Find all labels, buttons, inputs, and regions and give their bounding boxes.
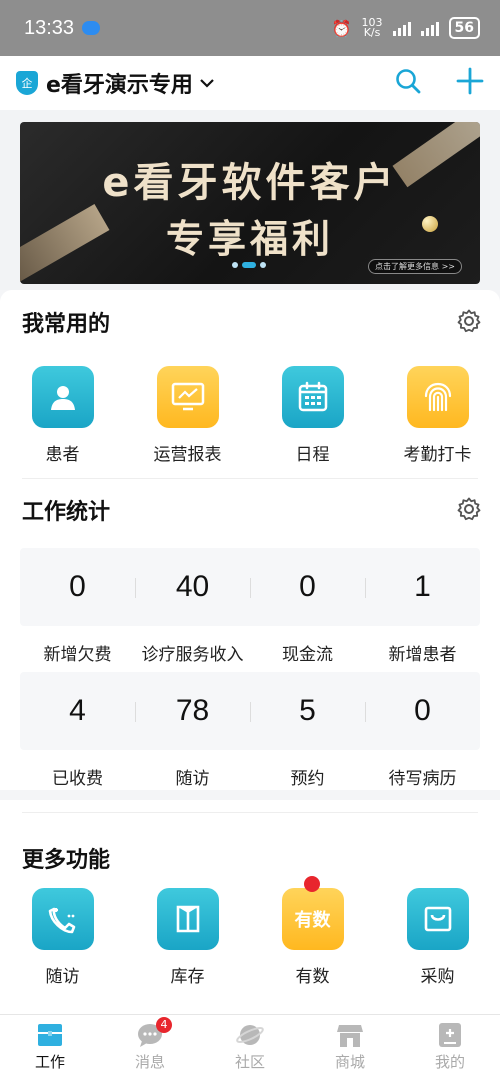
carousel-dot-active	[242, 262, 256, 268]
fingerprint-icon	[406, 366, 469, 428]
tab-work[interactable]: 工作	[0, 1015, 100, 1072]
phone-icon	[31, 888, 94, 950]
stat-value[interactable]: 0	[365, 694, 480, 728]
stat-label: 现金流	[282, 645, 333, 665]
banner-headline: e看牙软件客户	[102, 160, 398, 206]
stat-value[interactable]: 1	[365, 570, 480, 604]
stat-label: 诊疗服务收入	[141, 645, 244, 665]
net-speed-unit: K/s	[363, 26, 381, 39]
tab-label: 消息	[134, 1053, 165, 1071]
enterprise-shield-icon: 企	[16, 71, 38, 95]
more-item-followup[interactable]: 随访	[0, 888, 125, 987]
frequent-item-label: 考勤打卡	[403, 445, 472, 465]
gold-ball-decoration	[422, 216, 438, 232]
search-icon[interactable]	[394, 67, 422, 99]
more-item-label: 库存	[170, 967, 205, 987]
gear-icon[interactable]	[456, 308, 482, 338]
tab-label: 商城	[334, 1053, 365, 1071]
stat-label: 随访	[175, 769, 210, 789]
header-actions	[394, 67, 484, 99]
more-item-purchase[interactable]: 采购	[375, 888, 500, 987]
carousel-dot	[232, 262, 238, 268]
stat-label: 新增欠费	[43, 645, 112, 665]
stat-label: 预约	[290, 769, 325, 789]
add-icon[interactable]	[456, 67, 484, 99]
more-section-title: 更多功能	[22, 848, 111, 873]
bottom-tab-bar: 工作 4 消息 社区 商城 我的	[0, 1014, 500, 1072]
tab-profile[interactable]: 我的	[400, 1015, 500, 1072]
more-item-label: 随访	[45, 967, 80, 987]
tab-label: 我的	[434, 1053, 465, 1071]
more-grid: 随访 库存 有数 有数 采购	[0, 876, 500, 987]
tab-label: 社区	[234, 1053, 265, 1071]
stats-row-1: 0 40 0 1	[20, 548, 480, 626]
chevron-down-icon[interactable]	[199, 74, 215, 93]
banner-subheadline: 专享福利	[165, 217, 334, 261]
calendar-icon	[281, 366, 344, 428]
frequent-item-label: 患者	[45, 445, 80, 465]
tab-label: 工作	[34, 1053, 65, 1071]
section-divider	[22, 478, 478, 479]
notification-dot	[304, 876, 320, 892]
stat-value[interactable]: 0	[250, 570, 365, 604]
patient-icon	[31, 366, 94, 428]
tab-mall[interactable]: 商城	[300, 1015, 400, 1072]
box-icon	[156, 888, 219, 950]
frequent-item-schedule[interactable]: 日程	[250, 366, 375, 465]
frequent-item-attendance[interactable]: 考勤打卡	[375, 366, 500, 465]
section-divider	[22, 812, 478, 813]
stat-value[interactable]: 0	[20, 570, 135, 604]
more-item-label: 采购	[420, 967, 455, 987]
data-icon-text: 有数	[294, 910, 331, 931]
frequent-item-label: 运营报表	[153, 445, 222, 465]
store-icon	[337, 1025, 363, 1047]
shopping-bag-icon	[406, 888, 469, 950]
profile-icon	[439, 1023, 461, 1047]
frequent-item-patient[interactable]: 患者	[0, 366, 125, 465]
org-switcher[interactable]: e看牙演示专用	[46, 67, 193, 99]
battery-icon: 56	[448, 17, 480, 39]
stat-value[interactable]: 78	[135, 694, 250, 728]
stat-value[interactable]: 40	[135, 570, 250, 604]
stats-labels-1: 新增欠费 诊疗服务收入 现金流 新增患者	[20, 640, 480, 665]
status-bar: 13:33 ⏰ 103 K/s 56	[0, 0, 500, 56]
signal-icon-2	[420, 20, 439, 36]
promo-banner[interactable]: e看牙软件客户 专享福利 点击了解更多信息 >>	[20, 122, 480, 284]
message-count-badge: 4	[156, 1017, 172, 1033]
carousel-indicator	[232, 262, 266, 268]
cloud-icon	[82, 21, 101, 35]
gear-icon[interactable]	[456, 496, 482, 526]
more-item-inventory[interactable]: 库存	[125, 888, 250, 987]
app-header: 企 e看牙演示专用	[0, 56, 500, 110]
carousel-dot	[260, 262, 266, 268]
stat-label: 新增患者	[388, 645, 457, 665]
frequent-section-title: 我常用的	[22, 312, 111, 337]
net-speed: 103 K/s	[362, 17, 383, 39]
more-item-label: 有数	[295, 967, 330, 987]
tab-community[interactable]: 社区	[200, 1015, 300, 1072]
banner-more-link[interactable]: 点击了解更多信息 >>	[368, 259, 462, 274]
planet-icon	[236, 1025, 264, 1045]
frequent-item-label: 日程	[295, 445, 330, 465]
alarm-icon: ⏰	[331, 18, 352, 38]
signal-icon	[392, 20, 411, 36]
stats-labels-2: 已收费 随访 预约 待写病历	[20, 764, 480, 789]
data-icon: 有数	[281, 888, 344, 950]
stats-section-title: 工作统计	[22, 500, 111, 525]
stat-value[interactable]: 4	[20, 694, 135, 728]
tab-messages[interactable]: 4 消息	[100, 1015, 200, 1072]
stat-label: 待写病历	[388, 769, 457, 789]
more-item-data[interactable]: 有数 有数	[250, 876, 375, 987]
status-time: 13:33	[24, 16, 75, 39]
status-right: ⏰ 103 K/s 56	[332, 17, 480, 39]
frequent-grid: 患者 运营报表 日程 考勤打卡	[0, 366, 500, 465]
work-icon	[38, 1024, 62, 1046]
report-icon	[156, 366, 219, 428]
stat-value[interactable]: 5	[250, 694, 365, 728]
stat-label: 已收费	[52, 769, 103, 789]
stats-row-2: 4 78 5 0	[20, 672, 480, 750]
frequent-item-report[interactable]: 运营报表	[125, 366, 250, 465]
